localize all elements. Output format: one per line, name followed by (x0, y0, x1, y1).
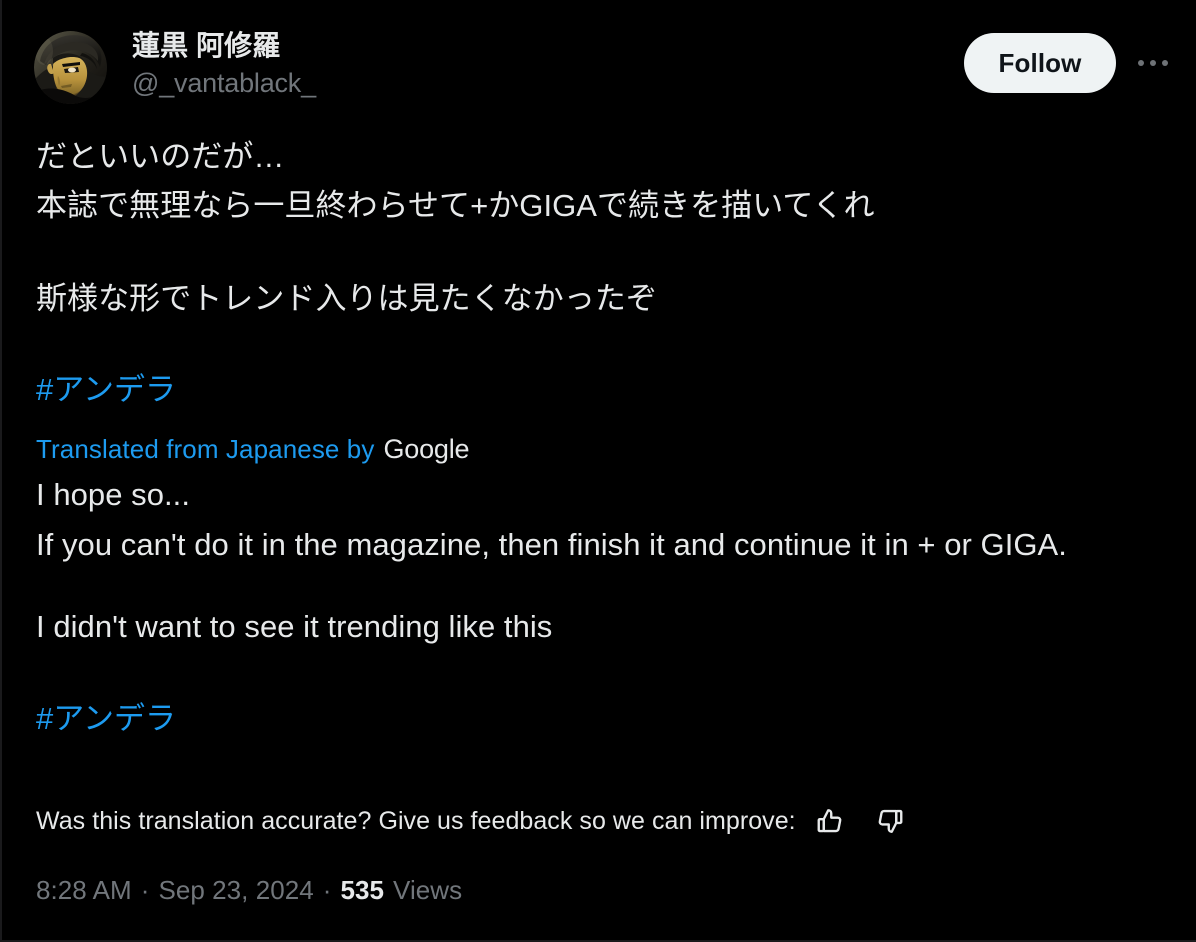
more-horizontal-icon (1138, 60, 1168, 66)
original-text-line-1: だといいのだが… (36, 139, 285, 174)
meta-separator-2: · (322, 875, 332, 905)
hashtag-link-original[interactable]: #アンデラ (36, 372, 176, 407)
header-actions: Follow (964, 33, 1176, 93)
views-label: Views (393, 875, 463, 905)
translation-paragraph-2: I didn't want to see it trending like th… (36, 609, 553, 644)
google-wordmark: Google (383, 434, 470, 464)
original-text-line-2: 本誌で無理なら一旦終わらせて+かGIGAで続きを描いてくれ (36, 188, 875, 223)
author-handle: @_vantablack_ (132, 68, 316, 98)
tweet-metadata: 8:28 AM · Sep 23, 2024 · 535 Views (36, 873, 1164, 907)
original-text-line-3: 斯様な形でトレンド入りは見たくなかったぞ (36, 281, 657, 316)
author-display-name: 蓮黒 阿修羅 (132, 30, 281, 61)
author-identity[interactable]: 蓮黒 阿修羅 @_vantablack_ (132, 27, 964, 101)
translated-by-label[interactable]: Translated from Japanese by (36, 432, 374, 466)
tweet-body: だといいのだが… 本誌で無理なら一旦終わらせて+かGIGAで続きを描いてくれ 斯… (2, 132, 1196, 907)
more-options-button[interactable] (1130, 40, 1176, 86)
original-hashtag-line: #アンデラ (36, 365, 1164, 420)
translation-hashtag-line: #アンデラ (36, 694, 1164, 749)
tweet-card: 蓮黒 阿修羅 @_vantablack_ Follow だといいのだが… 本誌で… (0, 0, 1196, 942)
feedback-icon-group (814, 805, 906, 837)
translation-attribution: Translated from Japanese by Google (36, 432, 1164, 466)
tweet-header: 蓮黒 阿修羅 @_vantablack_ Follow (2, 0, 1196, 104)
translation-paragraph-1: I hope so... If you can't do it in the m… (36, 477, 1067, 562)
tweet-time: 8:28 AM (36, 875, 132, 905)
thumbs-down-icon[interactable] (874, 805, 906, 837)
thumbs-up-icon[interactable] (814, 805, 846, 837)
feedback-prompt: Was this translation accurate? Give us f… (36, 807, 796, 835)
translation-feedback-row: Was this translation accurate? Give us f… (36, 805, 1164, 837)
tweet-date: Sep 23, 2024 (158, 875, 314, 905)
follow-button[interactable]: Follow (964, 33, 1116, 93)
hashtag-link-translation[interactable]: #アンデラ (36, 701, 176, 736)
avatar[interactable] (34, 31, 107, 104)
views-count: 535 (340, 875, 385, 905)
meta-separator-1: · (140, 875, 150, 905)
